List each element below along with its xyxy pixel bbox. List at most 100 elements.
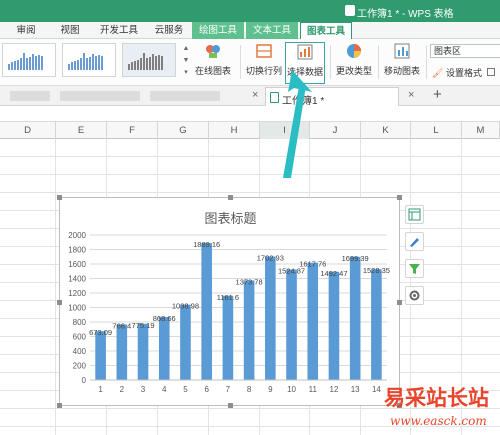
column-header-f[interactable]: F (107, 122, 158, 139)
x-tick-label: 9 (268, 385, 273, 394)
window-title: 工作簿1 * - WPS 表格 (357, 9, 454, 20)
data-label: 1373.78 (236, 277, 263, 286)
change-type-button[interactable]: 更改类型 (334, 42, 374, 84)
data-label: 775.19 (132, 321, 155, 330)
bar (243, 280, 255, 380)
x-tick-label: 12 (330, 385, 339, 394)
chart-style-thumbnail-2[interactable] (62, 43, 116, 77)
y-tick-label: 1400 (68, 275, 86, 284)
blurred-region (150, 91, 220, 101)
ribbon-tab-bar: 审阅 视图 开发工具 云服务 绘图工具 文本工具 图表工具 (0, 22, 500, 39)
column-header-j[interactable]: J (310, 122, 361, 139)
data-label: 1492.47 (320, 269, 347, 278)
y-tick-label: 1000 (68, 304, 86, 313)
x-tick-label: 8 (247, 385, 252, 394)
chart-plot: 0200400600800100012001400160018002000673… (68, 231, 390, 394)
x-tick-label: 11 (309, 385, 318, 394)
y-tick-label: 400 (73, 347, 87, 356)
gallery-down-icon[interactable]: ▼ (182, 55, 190, 67)
select-data-label: 选择数据 (286, 67, 323, 77)
y-tick-label: 600 (73, 333, 87, 342)
ribbon-toolbar: ▲ ▼ ▾ 在线图表 切换行列 选择数据 更改类型 移动图表 图表区 🖌 设置格… (0, 39, 500, 86)
switch-row-column-icon (256, 44, 272, 58)
switch-row-column-button[interactable]: 切换行列 (244, 42, 284, 84)
x-tick-label: 4 (162, 385, 167, 394)
ribbon-separator (240, 45, 241, 79)
x-tick-label: 7 (226, 385, 231, 394)
chart-element-select[interactable]: 图表区 (430, 44, 500, 58)
gear-icon (409, 290, 420, 301)
online-chart-button[interactable]: 在线图表 (191, 42, 235, 84)
chart-filter-button[interactable] (405, 259, 424, 278)
chart-object[interactable]: 图表标题 0 200 400 600 800 1000 1200 1400 1600 1800 20… (57, 195, 402, 408)
data-label: 1617.76 (299, 260, 326, 269)
filter-icon (409, 264, 420, 274)
column-header-g[interactable]: G (158, 122, 209, 139)
format-extra-icon[interactable] (487, 68, 496, 76)
move-chart-button[interactable]: 移动图表 (382, 42, 422, 84)
bar (307, 262, 319, 380)
chart-settings-button[interactable] (405, 286, 424, 305)
tab-text-tools[interactable]: 文本工具 (246, 22, 298, 39)
column-header-k[interactable]: K (361, 122, 411, 139)
chart-elements-icon (408, 208, 421, 221)
bar (371, 269, 382, 380)
y-tick-label: 0 (82, 376, 87, 385)
title-bar: 工作簿1 * - WPS 表格 (0, 0, 500, 22)
tab-developer[interactable]: 开发工具 (94, 22, 144, 39)
bar (180, 304, 191, 380)
document-tab-label: 工作簿1 * (282, 96, 325, 107)
bar (265, 256, 276, 380)
chart-style-thumbnail-1[interactable] (2, 43, 56, 77)
bar (116, 324, 128, 380)
column-header-m[interactable]: M (462, 122, 500, 139)
gallery-more-icon[interactable]: ▾ (182, 67, 190, 79)
column-header-i[interactable]: I (260, 122, 310, 139)
gallery-up-icon[interactable]: ▲ (182, 43, 190, 55)
tab-view[interactable]: 视图 (50, 22, 90, 39)
watermark-logo: 易采站长站 www.easck.com (372, 374, 500, 435)
tab-drawing-tools[interactable]: 绘图工具 (192, 22, 244, 39)
tab-review[interactable]: 审阅 (6, 22, 46, 39)
column-header-row: D E F G H I J K L M (0, 121, 500, 139)
x-tick-label: 10 (287, 385, 296, 394)
column-header-e[interactable]: E (56, 122, 107, 139)
format-selection-button[interactable]: 🖌 设置格式 (432, 66, 496, 79)
tab-cloud-service[interactable]: 云服务 (148, 22, 190, 39)
chart-elements-button[interactable] (405, 205, 424, 224)
y-tick-label: 2000 (68, 231, 86, 240)
x-tick-label: 3 (141, 385, 146, 394)
column-header-d[interactable]: D (0, 122, 56, 139)
data-label: 766.4 (112, 321, 131, 330)
data-label: 1702.93 (257, 254, 284, 263)
column-header-l[interactable]: L (411, 122, 462, 139)
switch-row-column-label: 切换行列 (245, 66, 282, 76)
close-document-icon[interactable]: × (408, 89, 414, 101)
online-chart-label: 在线图表 (194, 66, 231, 76)
chart-styles-button[interactable] (405, 232, 424, 251)
ribbon-separator (330, 45, 331, 79)
pie-chart-icon (347, 44, 361, 58)
format-brush-icon: 🖌 (432, 68, 444, 78)
chart-style-thumbnail-3[interactable] (122, 43, 176, 77)
y-tick-label: 1200 (68, 289, 86, 298)
x-tick-label: 5 (183, 385, 188, 394)
wps-logo-icon (345, 5, 355, 16)
gallery-scrollbar[interactable]: ▲ ▼ ▾ (182, 43, 190, 79)
select-data-icon (297, 44, 313, 60)
close-tab-icon[interactable]: × (252, 89, 258, 101)
document-tab[interactable]: 工作簿1 * (265, 87, 399, 107)
format-selection-label: 设置格式 (445, 68, 482, 78)
bar (328, 271, 340, 380)
new-tab-plus-icon[interactable]: + (433, 86, 442, 103)
column-header-h[interactable]: H (209, 122, 260, 139)
select-data-button[interactable]: 选择数据 (285, 42, 325, 84)
data-label: 1528.35 (363, 266, 390, 275)
bar (286, 269, 297, 380)
data-label: 673.09 (89, 328, 112, 337)
move-chart-icon (394, 43, 410, 59)
ribbon-separator (426, 45, 427, 79)
y-tick-label: 800 (73, 318, 87, 327)
blurred-region (60, 91, 140, 101)
tab-chart-tools[interactable]: 图表工具 (300, 22, 352, 39)
